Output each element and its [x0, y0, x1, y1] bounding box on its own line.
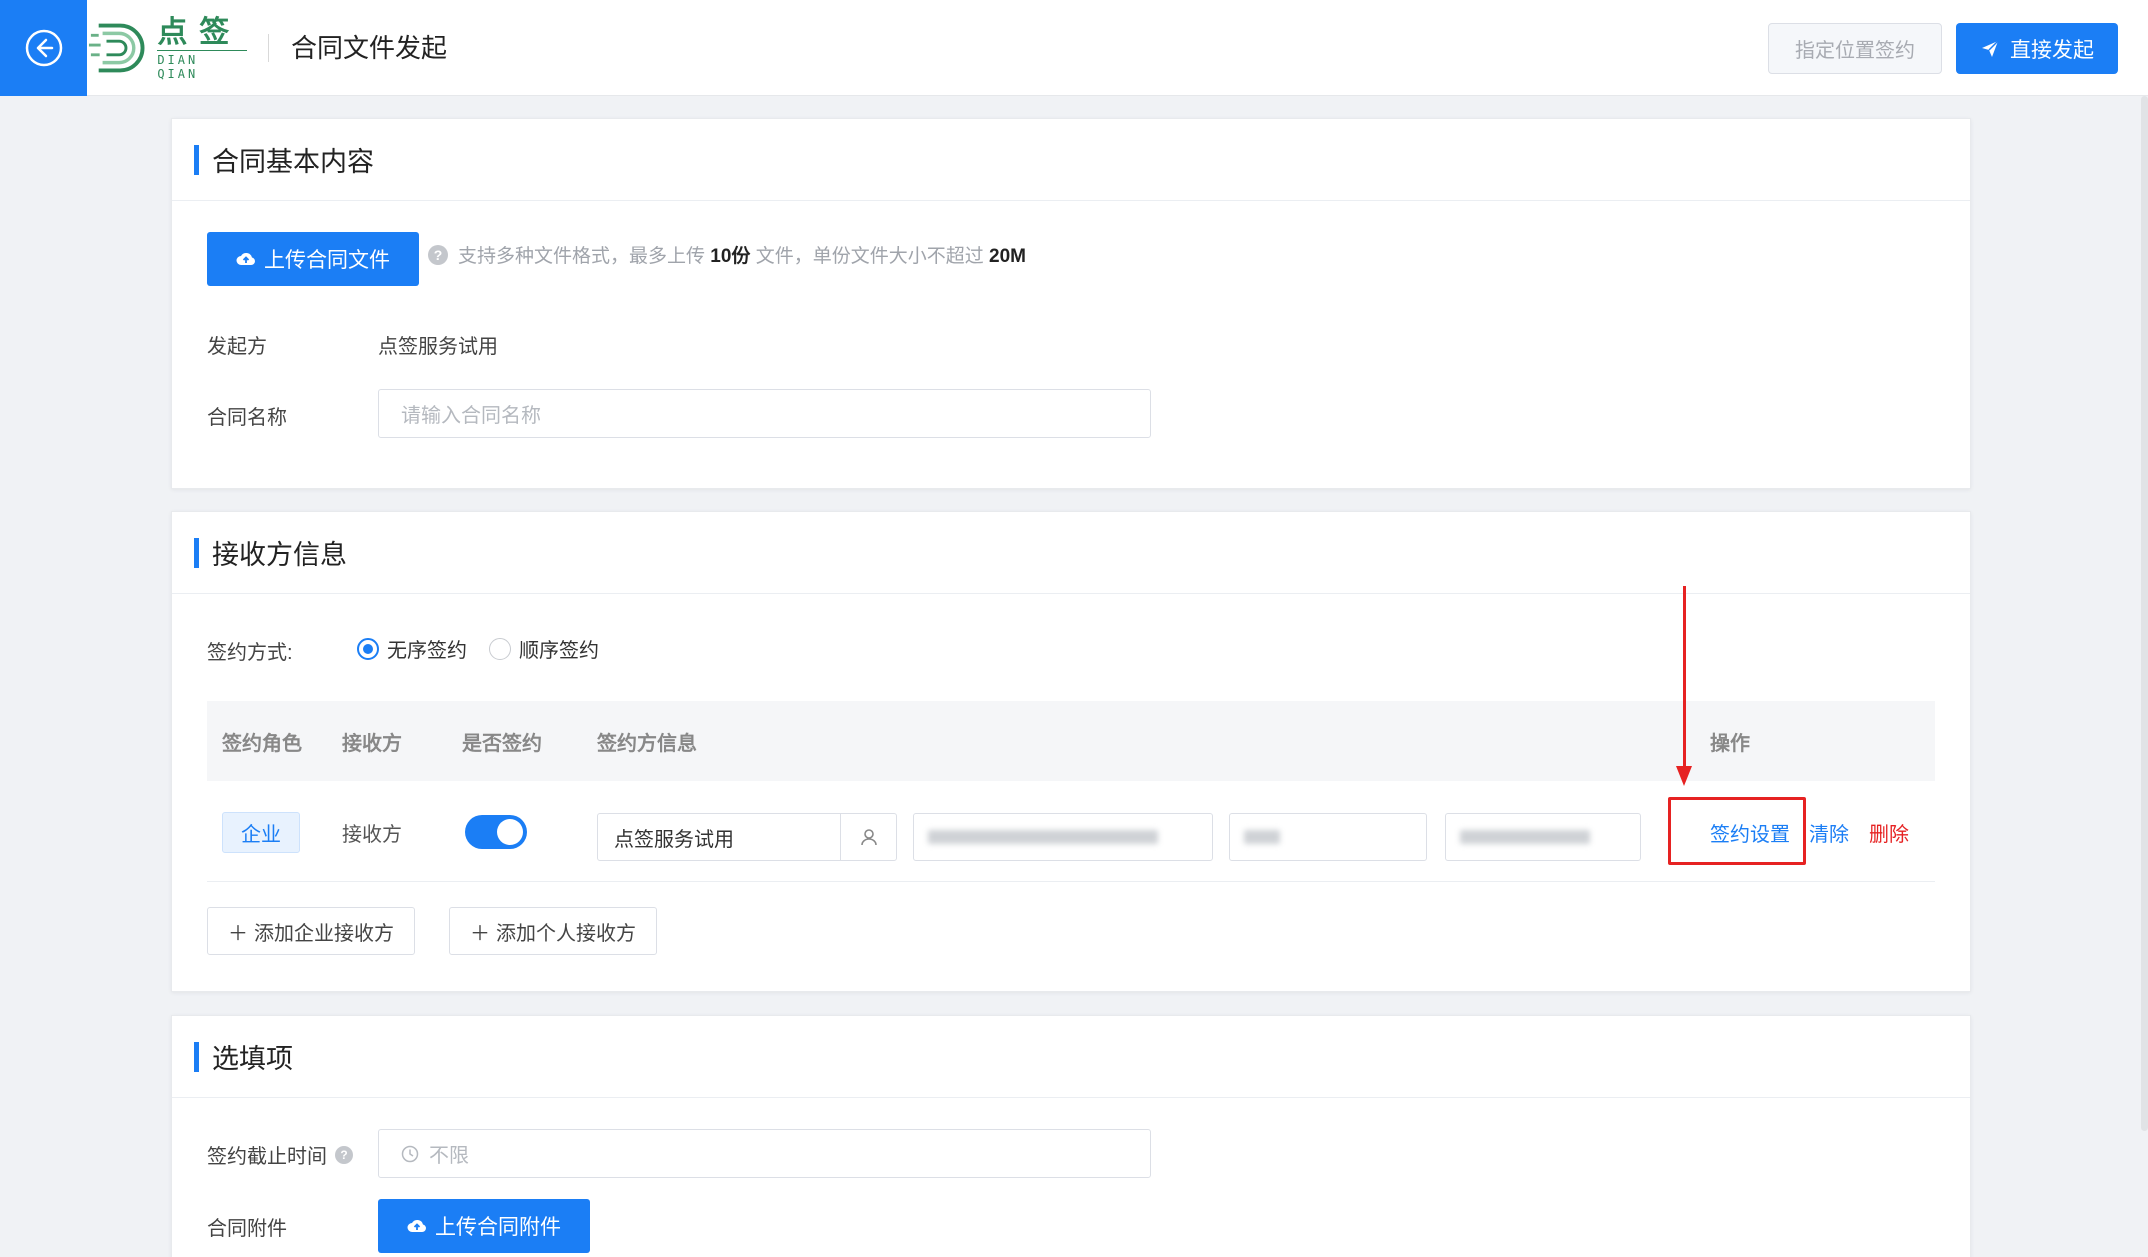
upload-contract-button[interactable]: 上传合同文件 [207, 232, 419, 286]
back-button[interactable] [0, 0, 87, 96]
page-title: 合同文件发起 [291, 33, 448, 63]
plus-icon: ＋ [228, 922, 248, 945]
cloud-upload-icon [407, 1220, 426, 1233]
signer-name-value: 点签服务试用 [614, 828, 734, 851]
back-arrow-icon [25, 29, 62, 67]
radio-unchecked-icon [489, 637, 511, 660]
sign-toggle[interactable] [465, 815, 527, 849]
redacted-content [928, 830, 1158, 844]
top-header: 点签 DIAN QIAN 合同文件发起 指定位置签约 直接发起 [0, 0, 2148, 96]
optional-header: 选填项 [172, 1016, 1970, 1098]
initiator-value: 点签服务试用 [378, 336, 498, 358]
deadline-label-text: 签约截止时间 [207, 1146, 327, 1168]
deadline-input[interactable]: 不限 [378, 1129, 1151, 1178]
direct-send-label: 直接发起 [2010, 38, 2094, 62]
annotation-highlight-box [1668, 797, 1806, 865]
clear-link[interactable]: 清除 [1809, 818, 1849, 847]
add-company-receiver-button[interactable]: ＋ 添加企业接收方 [207, 907, 415, 955]
signer-contact-field[interactable] [913, 813, 1213, 861]
radio-ordered-label: 顺序签约 [519, 640, 599, 662]
section-accent-bar [194, 144, 199, 175]
column-actions: 操作 [1710, 733, 1750, 755]
hint-count: 10份 [710, 246, 751, 267]
upload-hint: ? 支持多种文件格式，最多上传 10份 文件，单份文件大小不超过 20M [428, 241, 1026, 268]
receiver-cell: 接收方 [342, 824, 402, 846]
column-sign-enabled: 是否签约 [462, 733, 542, 755]
hint-size: 20M [989, 246, 1026, 267]
contract-name-placeholder: 请输入合同名称 [401, 405, 541, 427]
logo-english-text: DIAN QIAN [157, 49, 247, 81]
annotation-arrow-line [1683, 586, 1686, 770]
receivers-card: 接收方信息 签约方式: 无序签约 顺序签约 签约角色 接收方 是否签约 签约方信… [171, 511, 1971, 992]
optional-card: 选填项 签约截止时间 ? 不限 合同附件 上传合同附件 [171, 1015, 1971, 1257]
app-logo: 点签 DIAN QIAN [87, 10, 247, 86]
section-accent-bar [194, 537, 199, 568]
cloud-upload-icon [236, 253, 255, 266]
direct-send-button[interactable]: 直接发起 [1956, 23, 2118, 74]
hint-middle: 文件，单份文件大小不超过 [755, 246, 984, 267]
delete-link[interactable]: 删除 [1869, 818, 1909, 847]
add-company-label: 添加企业接收方 [254, 922, 394, 945]
column-role: 签约角色 [222, 733, 302, 755]
scrollbar-thumb[interactable] [2141, 96, 2148, 1131]
attachment-label: 合同附件 [207, 1218, 287, 1240]
clock-icon [401, 1145, 419, 1162]
upload-attachment-button[interactable]: 上传合同附件 [378, 1199, 590, 1253]
signer-person-field[interactable] [1229, 813, 1427, 861]
radio-unordered[interactable]: 无序签约 [357, 634, 467, 663]
deadline-label: 签约截止时间 ? [207, 1140, 353, 1169]
hint-prefix: 支持多种文件格式，最多上传 [458, 246, 706, 267]
section-title: 合同基本内容 [212, 147, 374, 177]
section-title: 接收方信息 [212, 540, 347, 570]
radio-ordered[interactable]: 顺序签约 [489, 634, 599, 663]
section-title: 选填项 [212, 1044, 293, 1074]
user-icon [860, 829, 877, 846]
locate-sign-button[interactable]: 指定位置签约 [1768, 23, 1942, 74]
signer-name-input[interactable]: 点签服务试用 [597, 813, 897, 861]
deadline-placeholder: 不限 [429, 1145, 469, 1167]
receivers-header: 接收方信息 [172, 512, 1970, 594]
initiator-label: 发起方 [207, 336, 267, 358]
add-person-label: 添加个人接收方 [496, 922, 636, 945]
basic-content-card: 合同基本内容 上传合同文件 ? 支持多种文件格式，最多上传 10份 文件，单份文… [171, 118, 1971, 489]
contract-name-label: 合同名称 [207, 407, 287, 429]
section-accent-bar [194, 1041, 199, 1072]
help-icon[interactable]: ? [335, 1145, 353, 1164]
plus-icon: ＋ [470, 922, 490, 945]
basic-content-header: 合同基本内容 [172, 119, 1970, 201]
add-person-receiver-button[interactable]: ＋ 添加个人接收方 [449, 907, 657, 955]
upload-attachment-label: 上传合同附件 [435, 1216, 561, 1239]
send-icon [1982, 39, 1999, 57]
upload-contract-label: 上传合同文件 [264, 249, 390, 272]
signer-phone-field[interactable] [1445, 813, 1641, 861]
help-icon: ? [428, 244, 448, 265]
logo-mark-icon [88, 23, 145, 73]
user-picker-button[interactable] [840, 814, 896, 860]
radio-unordered-label: 无序签约 [387, 640, 467, 662]
logo-chinese-text: 点签 [157, 15, 242, 49]
sign-mode-radio-group: 无序签约 顺序签约 [357, 634, 621, 663]
role-tag: 企业 [222, 812, 300, 853]
sign-mode-label: 签约方式: [207, 642, 293, 664]
annotation-arrow-head [1676, 766, 1692, 786]
redacted-content [1244, 830, 1280, 844]
redacted-content [1460, 830, 1590, 844]
header-divider [268, 34, 269, 62]
column-signer-info: 签约方信息 [597, 733, 697, 755]
contract-name-input[interactable]: 请输入合同名称 [378, 389, 1151, 438]
radio-checked-icon [357, 637, 379, 660]
column-receiver: 接收方 [342, 733, 402, 755]
